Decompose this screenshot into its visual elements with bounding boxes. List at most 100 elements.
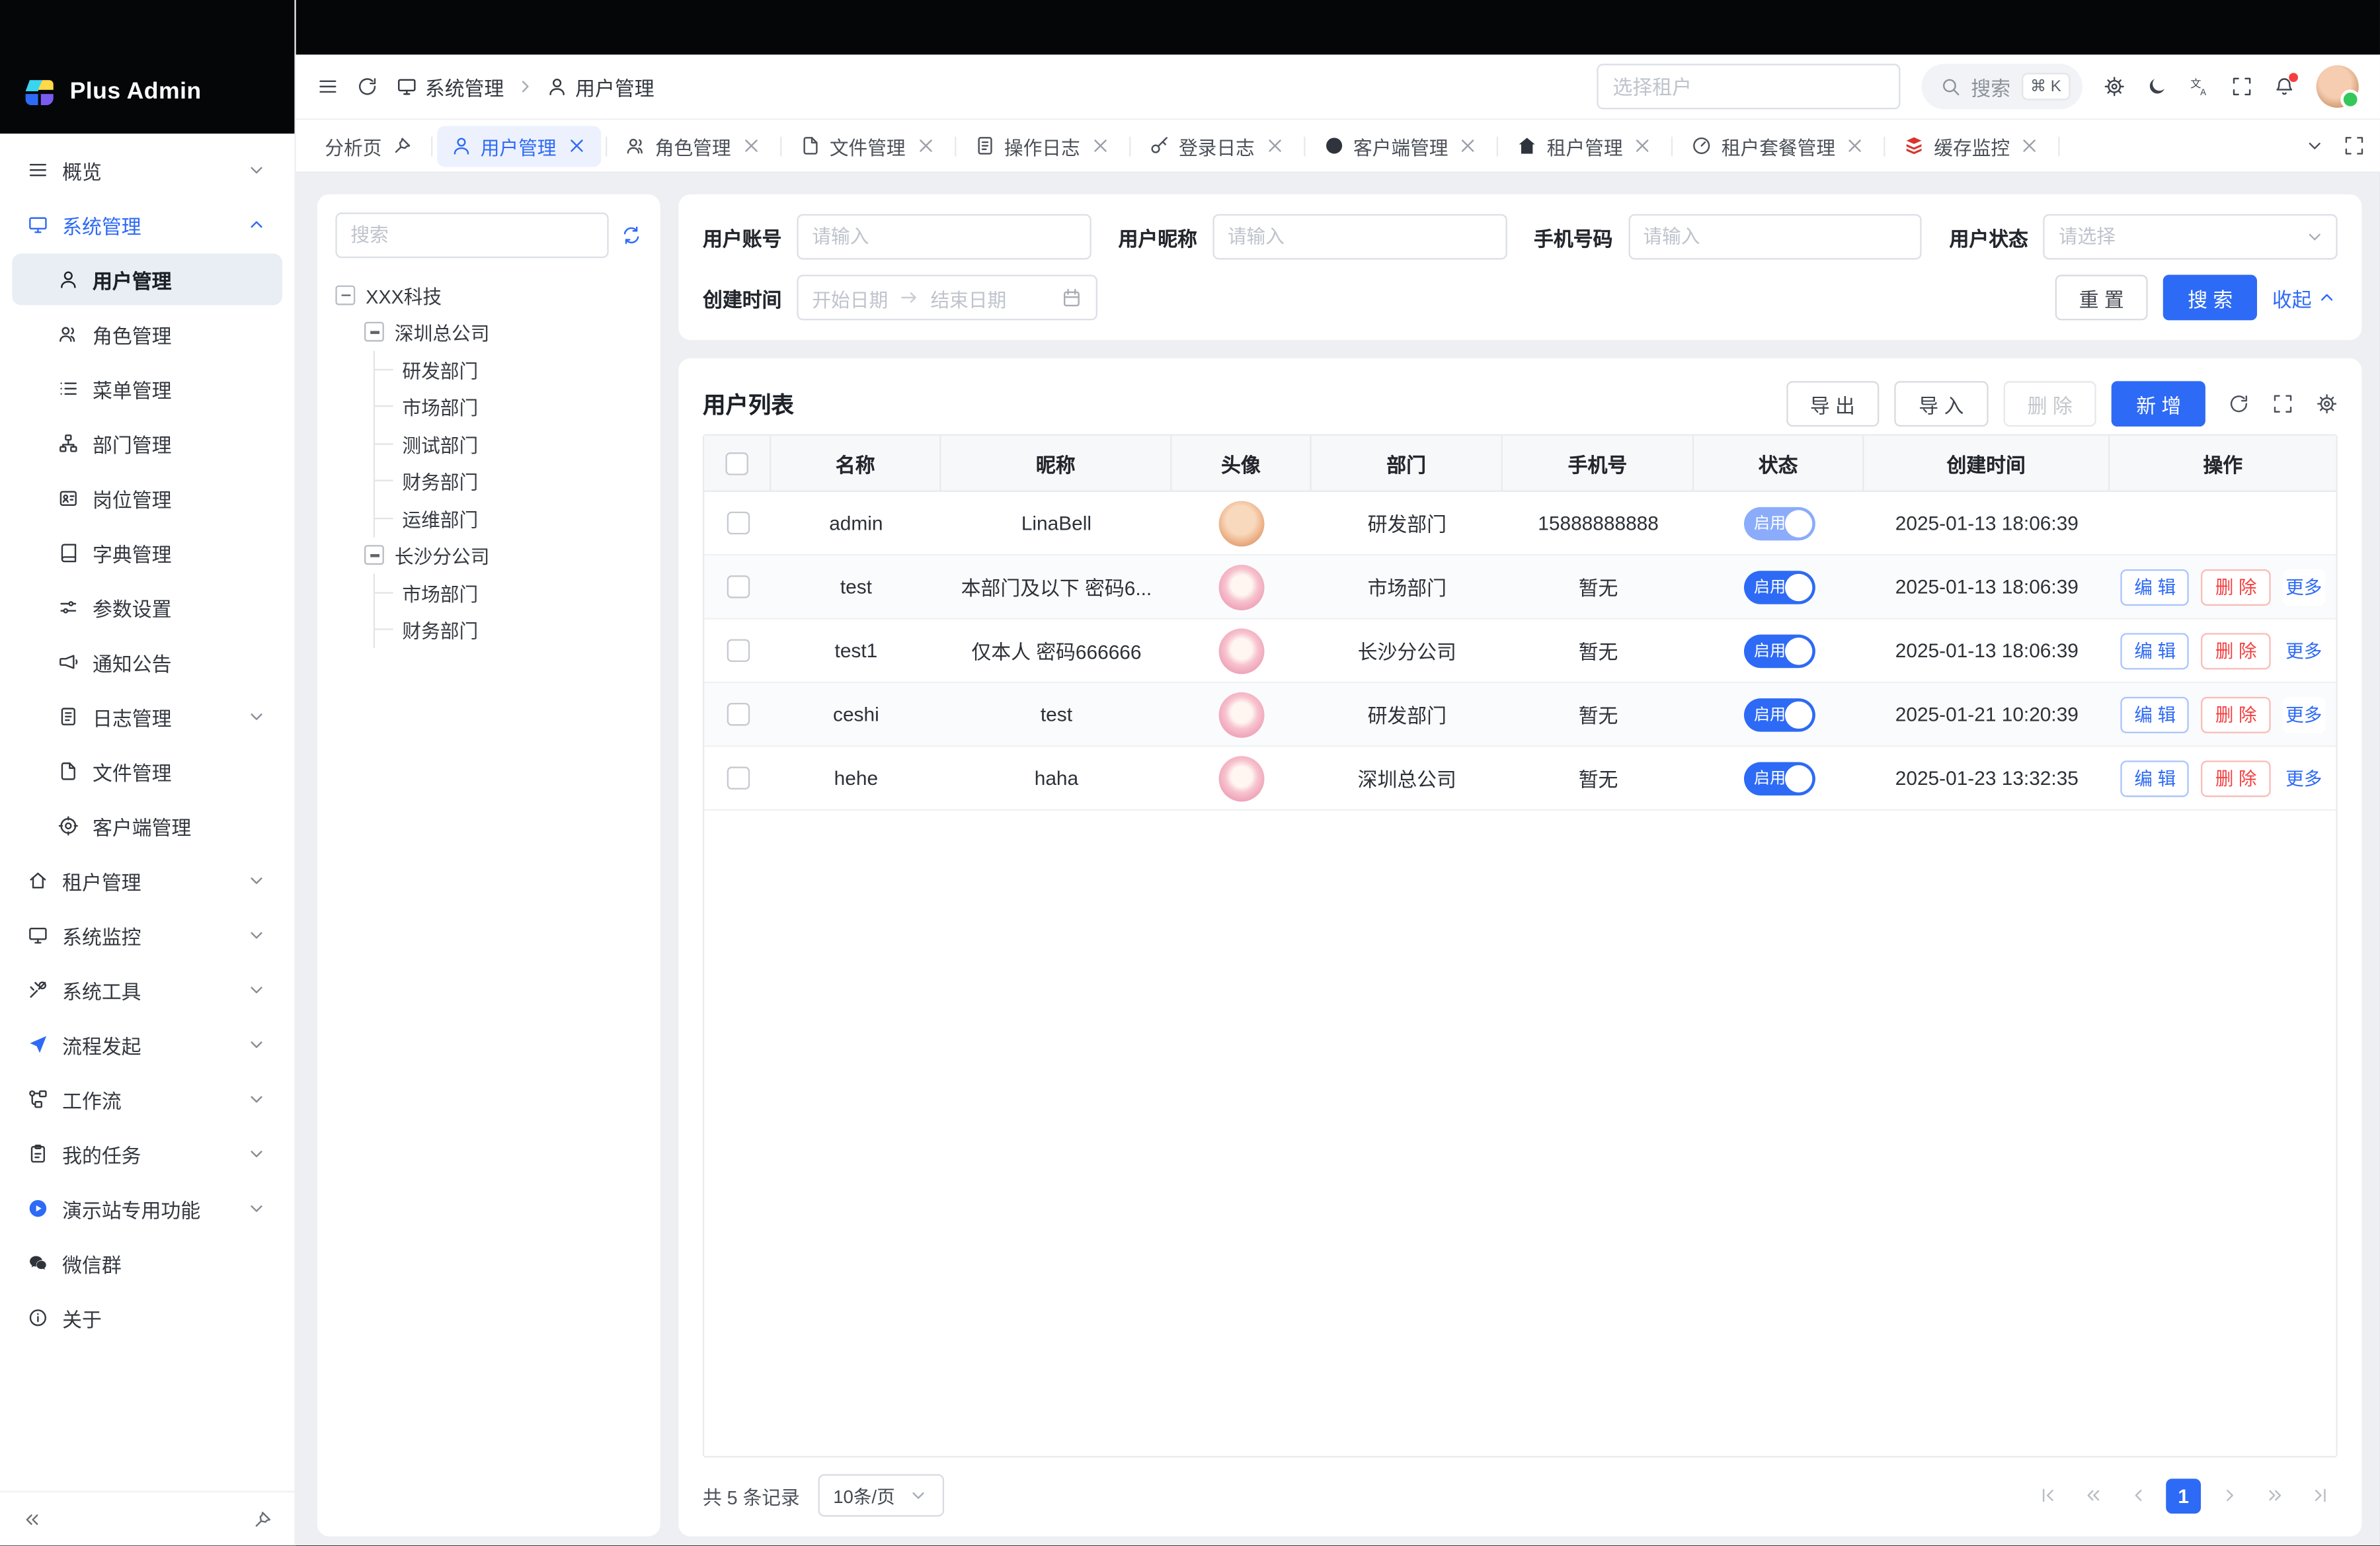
- status-toggle[interactable]: 启用: [1743, 507, 1815, 540]
- tab-login-log[interactable]: 登录日志: [1134, 125, 1298, 166]
- tab-file-mgmt[interactable]: 文件管理: [785, 125, 949, 166]
- breadcrumb-current[interactable]: 用户管理: [547, 72, 654, 101]
- sidebar-item-wechat-group[interactable]: 微信群: [12, 1237, 282, 1289]
- collapse-node-icon[interactable]: [364, 322, 384, 342]
- row-checkbox[interactable]: [727, 766, 749, 789]
- sidebar-item-param-settings[interactable]: 参数设置: [12, 581, 282, 633]
- sidebar-item-demo-features[interactable]: 演示站专用功能: [12, 1183, 282, 1235]
- export-button[interactable]: 导 出: [1786, 381, 1879, 427]
- tree-leaf[interactable]: 研发部门: [375, 350, 642, 387]
- sidebar-item-user-mgmt[interactable]: 用户管理: [12, 253, 282, 305]
- sidebar-item-menu-mgmt[interactable]: 菜单管理: [12, 363, 282, 415]
- tree-leaf[interactable]: 财务部门: [375, 462, 642, 499]
- phone-input[interactable]: [1628, 214, 1922, 260]
- breadcrumb-root[interactable]: 系统管理: [396, 72, 504, 101]
- more-button[interactable]: 更多: [2283, 696, 2325, 733]
- tree-leaf[interactable]: 测试部门: [375, 425, 642, 462]
- select-all-checkbox[interactable]: [725, 452, 748, 474]
- dark-mode-moon-icon[interactable]: [2146, 76, 2167, 97]
- row-checkbox[interactable]: [727, 575, 749, 598]
- tab-role-mgmt[interactable]: 角色管理: [611, 125, 775, 166]
- sidebar-item-my-tasks[interactable]: 我的任务: [12, 1128, 282, 1180]
- sidebar-item-sys-tools[interactable]: 系统工具: [12, 964, 282, 1016]
- sidebar-item-workflow[interactable]: 工作流: [12, 1073, 282, 1125]
- tree-leaf[interactable]: 运维部门: [375, 499, 642, 536]
- sidebar-item-role-mgmt[interactable]: 角色管理: [12, 308, 282, 360]
- sidebar-item-about[interactable]: 关于: [12, 1292, 282, 1344]
- status-select[interactable]: [2043, 214, 2338, 260]
- page-size-select[interactable]: 10条/页: [818, 1474, 943, 1516]
- import-button[interactable]: 导 入: [1895, 381, 1988, 427]
- delete-row-button[interactable]: 删 除: [2202, 632, 2270, 669]
- nickname-input[interactable]: [1212, 214, 1507, 260]
- sidebar-item-sys-monitor[interactable]: 系统监控: [12, 909, 282, 961]
- tree-node-root[interactable]: XXX科技: [335, 276, 642, 313]
- close-tab-icon[interactable]: [914, 135, 935, 156]
- tab-fullscreen-icon[interactable]: [2344, 135, 2365, 156]
- edit-button[interactable]: 编 辑: [2121, 696, 2190, 733]
- last-page-icon[interactable]: [2303, 1478, 2338, 1513]
- collapse-node-icon[interactable]: [364, 546, 384, 565]
- tree-leaf[interactable]: 财务部门: [375, 611, 642, 648]
- sidebar-item-notice[interactable]: 通知公告: [12, 636, 282, 688]
- tab-tenant-package[interactable]: 租户套餐管理: [1677, 125, 1879, 166]
- table-refresh-icon[interactable]: [2228, 393, 2249, 415]
- collapse-sidebar-icon[interactable]: [21, 1508, 42, 1529]
- close-tab-icon[interactable]: [1457, 135, 1478, 156]
- reset-button[interactable]: 重 置: [2055, 275, 2148, 321]
- tree-leaf[interactable]: 市场部门: [375, 574, 642, 611]
- tab-user-mgmt[interactable]: 用户管理: [436, 125, 600, 166]
- close-tab-icon[interactable]: [740, 135, 761, 156]
- more-button[interactable]: 更多: [2283, 632, 2325, 669]
- settings-gear-icon[interactable]: [2104, 76, 2125, 97]
- tree-refresh-icon[interactable]: [621, 225, 642, 246]
- sidebar-item-dept-mgmt[interactable]: 部门管理: [12, 417, 282, 469]
- pin-sidebar-icon[interactable]: [252, 1508, 273, 1529]
- close-tab-icon[interactable]: [2019, 135, 2040, 156]
- next-5-pages-icon[interactable]: [2257, 1478, 2292, 1513]
- close-tab-icon[interactable]: [1844, 135, 1866, 156]
- tab-tenant-mgmt[interactable]: 租户管理: [1503, 125, 1667, 166]
- sidebar-item-tenant-mgmt[interactable]: 租户管理: [12, 855, 282, 907]
- sidebar-item-overview[interactable]: 概览: [12, 144, 282, 196]
- next-page-icon[interactable]: [2211, 1478, 2246, 1513]
- tab-cache-monitor[interactable]: 缓存监控: [1890, 125, 2054, 166]
- edit-button[interactable]: 编 辑: [2121, 760, 2190, 796]
- status-toggle[interactable]: 启用: [1743, 570, 1815, 604]
- notifications-bell-icon[interactable]: [2274, 76, 2295, 97]
- chevron-down-icon[interactable]: [2304, 135, 2325, 156]
- sidebar-item-client-mgmt[interactable]: 客户端管理: [12, 800, 282, 852]
- table-fullscreen-icon[interactable]: [2272, 393, 2293, 415]
- delete-row-button[interactable]: 删 除: [2202, 696, 2270, 733]
- tree-node-branch[interactable]: 长沙分公司: [364, 537, 642, 574]
- status-toggle[interactable]: 启用: [1743, 761, 1815, 795]
- tenant-select[interactable]: [1596, 63, 1899, 109]
- first-page-icon[interactable]: [2030, 1478, 2065, 1513]
- tab-analysis[interactable]: 分析页: [311, 125, 426, 166]
- account-input[interactable]: [797, 214, 1091, 260]
- hamburger-menu-icon[interactable]: [317, 76, 338, 97]
- more-button[interactable]: 更多: [2283, 760, 2325, 796]
- collapse-node-icon[interactable]: [335, 285, 355, 305]
- sidebar-item-system[interactable]: 系统管理: [12, 199, 282, 251]
- current-page[interactable]: 1: [2166, 1478, 2201, 1513]
- prev-5-pages-icon[interactable]: [2075, 1478, 2110, 1513]
- close-tab-icon[interactable]: [1632, 135, 1653, 156]
- delete-row-button[interactable]: 删 除: [2202, 760, 2270, 796]
- date-range-picker[interactable]: 开始日期 结束日期: [797, 275, 1097, 321]
- close-tab-icon[interactable]: [565, 135, 586, 156]
- status-toggle[interactable]: 启用: [1743, 634, 1815, 668]
- edit-button[interactable]: 编 辑: [2121, 632, 2190, 669]
- row-checkbox[interactable]: [727, 512, 749, 534]
- close-tab-icon[interactable]: [1264, 135, 1285, 156]
- refresh-page-icon[interactable]: [357, 76, 378, 97]
- more-button[interactable]: 更多: [2283, 569, 2325, 605]
- fullscreen-icon[interactable]: [2231, 76, 2252, 97]
- search-button[interactable]: 搜 索: [2163, 275, 2256, 321]
- row-checkbox[interactable]: [727, 703, 749, 725]
- row-checkbox[interactable]: [727, 639, 749, 662]
- tree-leaf[interactable]: 市场部门: [375, 388, 642, 425]
- add-button[interactable]: 新 增: [2112, 381, 2205, 427]
- tab-client-mgmt[interactable]: 客户端管理: [1309, 125, 1492, 166]
- column-settings-icon[interactable]: [2317, 393, 2338, 415]
